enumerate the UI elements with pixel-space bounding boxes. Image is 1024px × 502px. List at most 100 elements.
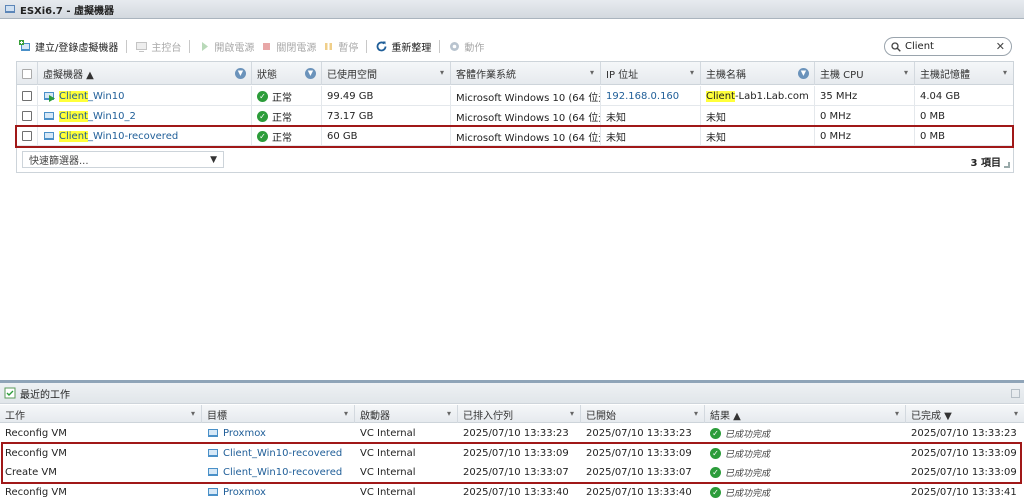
power-off-icon (260, 40, 273, 53)
chevron-down-icon[interactable]: ▾ (344, 409, 348, 418)
maximize-icon[interactable] (1011, 389, 1020, 398)
task-target-link[interactable]: Proxmox (223, 487, 266, 498)
vm-name-cell[interactable]: Client_Win10 (38, 86, 252, 106)
column-header-host-cpu[interactable]: 主機 CPU ▾ (815, 62, 915, 85)
suspend-button[interactable]: 暫停 (319, 36, 361, 56)
column-label: 已完成 ▼ (911, 410, 952, 422)
console-button[interactable]: 主控台 (132, 36, 184, 56)
create-vm-button[interactable]: 建立/登錄虛擬機器 (16, 36, 121, 56)
column-header-used-space[interactable]: 已使用空間 ▾ (322, 62, 451, 85)
create-vm-label: 建立/登錄虛擬機器 (35, 42, 119, 54)
chevron-down-icon[interactable]: ▾ (447, 409, 451, 418)
column-header-result[interactable]: 結果 ▲ ▾ (705, 405, 906, 423)
vm-name-link[interactable]: Client_Win10 (59, 90, 125, 102)
chevron-down-icon[interactable]: ▾ (590, 68, 594, 77)
column-label: 工作 (5, 410, 25, 422)
task-result-cell: ✓ 已成功完成 (705, 483, 906, 502)
chevron-down-icon[interactable]: ▾ (1003, 68, 1007, 77)
chevron-down-icon[interactable]: ▾ (440, 68, 444, 77)
actions-button[interactable]: 動作 (445, 36, 487, 56)
refresh-button[interactable]: 重新整理 (372, 36, 434, 56)
vm-name-link[interactable]: Client_Win10_2 (59, 110, 136, 122)
search-input[interactable]: Client ✕ (884, 37, 1012, 56)
vm-row[interactable]: Client_Win10_2 ✓ 正常 73.17 GB Microsoft Wi… (17, 106, 1013, 126)
power-on-button[interactable]: 開啟電源 (195, 36, 257, 56)
vm-name-cell[interactable]: Client_Win10_2 (38, 106, 252, 126)
highlight-box (1, 442, 1022, 484)
vm-hostname-cell: 未知 (701, 106, 815, 126)
create-vm-icon (19, 39, 32, 53)
vm-powered-on-icon (44, 91, 55, 102)
column-menu-icon[interactable]: ▼ (305, 68, 316, 79)
gear-icon (448, 40, 461, 53)
column-header-host-memory[interactable]: 主機記憶體 ▾ (915, 62, 1013, 85)
check-circle-icon: ✓ (710, 486, 721, 498)
column-header-initiator[interactable]: 啟動器 ▾ (355, 405, 458, 423)
power-off-label: 關閉電源 (276, 42, 317, 54)
tasks-icon (4, 387, 16, 399)
column-menu-icon[interactable]: ▼ (235, 68, 246, 79)
recent-tasks-header: 最近的工作 (0, 383, 1024, 404)
chevron-down-icon[interactable]: ▾ (191, 409, 195, 418)
chevron-down-icon[interactable]: ▾ (694, 409, 698, 418)
vm-row[interactable]: Client_Win10 ✓ 正常 99.49 GB Microsoft Wind… (17, 86, 1013, 106)
vm-space-cell: 99.49 GB (322, 86, 451, 106)
task-target-cell[interactable]: Proxmox (202, 483, 355, 502)
task-row[interactable]: Reconfig VM Proxmox VC Internal 2025/07/… (0, 483, 1024, 502)
column-label: 已開始 (586, 410, 616, 422)
tasks-table-header: 工作 ▾ 目標 ▾ 啟動器 ▾ 已排入佇列 ▾ 已開始 ▾ 結果 ▲ ▾ 已完成 ▼ ▾ (0, 405, 1024, 423)
row-checkbox-cell[interactable] (17, 106, 38, 126)
task-started: 2025/07/10 13:33:40 (586, 486, 692, 498)
vm-os-cell: Microsoft Windows 10 (64 位元) (451, 106, 601, 126)
column-header-guest-os[interactable]: 客體作業系統 ▾ (451, 62, 601, 85)
console-icon (135, 40, 148, 53)
task-target-cell[interactable]: Proxmox (202, 424, 355, 444)
column-label: 主機記憶體 (920, 70, 970, 81)
toolbar-separator (126, 39, 128, 53)
actions-label: 動作 (464, 42, 485, 54)
chevron-down-icon[interactable]: ▾ (570, 409, 574, 418)
column-label: 目標 (207, 410, 227, 422)
resize-handle[interactable] (1004, 162, 1010, 168)
task-target-link[interactable]: Proxmox (223, 428, 266, 439)
column-header-target[interactable]: 目標 ▾ (202, 405, 355, 423)
toolbar-separator (189, 39, 191, 53)
chevron-down-icon[interactable]: ▾ (1014, 409, 1018, 418)
column-header-started[interactable]: 已開始 ▾ (581, 405, 705, 423)
column-header-ip[interactable]: IP 位址 ▾ (601, 62, 701, 85)
row-checkbox[interactable] (22, 91, 32, 101)
check-circle-icon: ✓ (257, 90, 268, 102)
vm-cpu-cell: 0 MHz (815, 106, 915, 126)
row-checkbox[interactable] (22, 111, 32, 121)
check-circle-icon: ✓ (257, 110, 268, 122)
column-header-completed[interactable]: 已完成 ▼ ▾ (906, 405, 1024, 423)
vm-ip-cell[interactable]: 192.168.0.160 (601, 86, 701, 106)
window-title: ESXi6.7 - 虛擬機器 (20, 5, 114, 17)
column-header-status[interactable]: 狀態 ▼ (252, 62, 322, 85)
column-label: 主機名稱 (706, 70, 746, 81)
quick-filter-select[interactable]: 快速篩選器... ▼ (22, 151, 224, 168)
column-label: 結果 ▲ (710, 410, 741, 422)
column-label: 客體作業系統 (456, 70, 516, 81)
vm-name-highlight: Client (59, 90, 88, 102)
select-all-checkbox[interactable] (22, 68, 32, 79)
column-header-queued[interactable]: 已排入佇列 ▾ (458, 405, 581, 423)
console-label: 主控台 (151, 42, 182, 54)
vm-icon (208, 487, 218, 496)
chevron-down-icon[interactable]: ▾ (895, 409, 899, 418)
column-header-vm[interactable]: 虛擬機器 ▲ ▼ (38, 62, 252, 85)
column-header-hostname[interactable]: 主機名稱 ▼ (701, 62, 815, 85)
task-row[interactable]: Reconfig VM Proxmox VC Internal 2025/07/… (0, 424, 1024, 444)
chevron-down-icon[interactable]: ▾ (690, 68, 694, 77)
column-header-task[interactable]: 工作 ▾ (0, 405, 202, 423)
select-all-checkbox-cell[interactable] (17, 62, 38, 85)
row-checkbox-cell[interactable] (17, 86, 38, 106)
vm-ip-cell: 未知 (601, 106, 701, 126)
task-name: Reconfig VM (5, 428, 67, 440)
power-off-button[interactable]: 關閉電源 (257, 36, 319, 56)
task-queued: 2025/07/10 13:33:23 (463, 428, 569, 440)
vm-name-text: _Win10 (87, 90, 125, 102)
clear-search-icon[interactable]: ✕ (996, 40, 1005, 53)
column-menu-icon[interactable]: ▼ (798, 68, 809, 79)
chevron-down-icon[interactable]: ▾ (904, 68, 908, 77)
